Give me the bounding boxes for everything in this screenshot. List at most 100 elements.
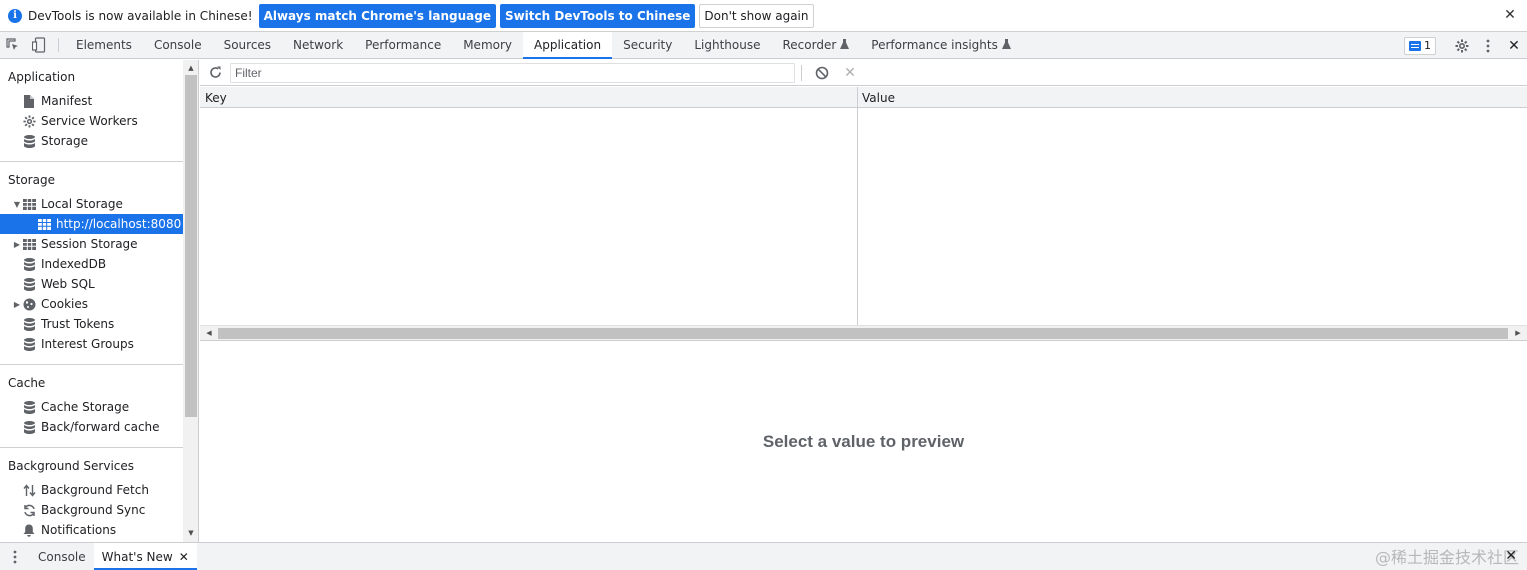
tab-label: Lighthouse xyxy=(694,38,761,52)
close-devtools-icon[interactable]: ✕ xyxy=(1501,32,1527,59)
sidebar-item-background-sync[interactable]: Background Sync xyxy=(0,500,183,520)
tab-application[interactable]: Application xyxy=(523,32,613,59)
database-icon xyxy=(22,337,36,351)
sidebar-item-local-storage[interactable]: ▼ Local Storage xyxy=(0,194,183,214)
application-sidebar: Application Manifest Service Workers Sto… xyxy=(0,60,183,542)
section-title-background-services: Background Services xyxy=(8,459,135,473)
sidebar-item-label: Service Workers xyxy=(41,114,138,128)
experiment-flask-icon xyxy=(840,38,850,52)
sidebar-item-cookies[interactable]: ▶ Cookies xyxy=(0,294,183,314)
drawer-tab-console[interactable]: Console xyxy=(30,543,94,570)
sidebar-item-web-sql[interactable]: Web SQL xyxy=(0,274,183,294)
sidebar-item-service-workers[interactable]: Service Workers xyxy=(0,111,183,131)
more-options-icon[interactable] xyxy=(1475,32,1501,59)
language-infobar: i DevTools is now available in Chinese! … xyxy=(0,0,1527,32)
storage-toolbar: ✕ xyxy=(200,60,1527,86)
tab-memory[interactable]: Memory xyxy=(452,32,523,58)
data-grid-body[interactable] xyxy=(200,108,1527,325)
close-drawer-icon[interactable]: ✕ xyxy=(1505,548,1517,564)
watermark-text: @稀土掘金技术社区 xyxy=(1374,548,1519,567)
data-grid-header: Key Value xyxy=(200,87,1527,108)
drawer-menu-icon[interactable] xyxy=(0,543,30,570)
sidebar-item-manifest[interactable]: Manifest xyxy=(0,91,183,111)
close-icon[interactable]: ✕ xyxy=(1503,7,1517,23)
section-title-application: Application xyxy=(8,70,76,84)
sidebar-divider xyxy=(0,447,183,448)
collapsed-triangle-icon[interactable]: ▶ xyxy=(12,300,22,309)
database-icon xyxy=(22,257,36,271)
database-icon xyxy=(22,317,36,331)
expanded-triangle-icon[interactable]: ▼ xyxy=(12,200,22,209)
sidebar-scrollbar-thumb[interactable] xyxy=(185,75,197,417)
tab-network[interactable]: Network xyxy=(282,32,354,58)
sidebar-item-notifications[interactable]: Notifications xyxy=(0,520,183,540)
scroll-down-arrow-icon[interactable]: ▼ xyxy=(183,527,199,539)
sidebar-item-localhost-8080[interactable]: http://localhost:8080 xyxy=(0,214,183,234)
tab-sources[interactable]: Sources xyxy=(213,32,282,58)
sidebar-item-label: Background Sync xyxy=(41,503,146,517)
tab-label: Security xyxy=(623,38,673,52)
grid-horizontal-scrollbar[interactable]: ◀ ▶ xyxy=(200,325,1527,341)
tab-performance[interactable]: Performance xyxy=(354,32,452,58)
dont-show-again-button[interactable]: Don't show again xyxy=(699,3,814,28)
delete-selected-icon[interactable]: ✕ xyxy=(840,63,860,83)
gear-icon[interactable] xyxy=(1449,32,1475,59)
tab-label: Memory xyxy=(463,38,513,52)
tab-label: Console xyxy=(153,38,202,52)
table-icon xyxy=(22,237,36,251)
sidebar-item-label: IndexedDB xyxy=(41,257,107,271)
device-toolbar-icon[interactable] xyxy=(26,32,52,58)
tab-label: Application xyxy=(534,38,602,52)
sync-icon xyxy=(22,503,36,517)
sidebar-item-label: Manifest xyxy=(41,94,93,108)
main-tab-strip: Elements Console Sources Network Performance… xyxy=(0,32,1527,59)
tab-label: Recorder xyxy=(782,38,837,52)
sidebar-item-label: Cookies xyxy=(41,297,88,311)
database-icon xyxy=(22,420,36,434)
close-tab-icon[interactable]: ✕ xyxy=(179,550,189,564)
database-icon xyxy=(22,277,36,291)
document-icon xyxy=(22,94,36,108)
sidebar-item-indexeddb[interactable]: IndexedDB xyxy=(0,254,183,274)
drawer-tab-strip: Console What's New ✕ xyxy=(0,542,1527,570)
horizontal-scrollbar-thumb[interactable] xyxy=(218,328,1508,339)
switch-to-chinese-button[interactable]: Switch DevTools to Chinese xyxy=(499,3,696,28)
section-title-cache: Cache xyxy=(8,376,46,390)
column-header-key[interactable]: Key xyxy=(200,87,227,108)
scroll-right-arrow-icon[interactable]: ▶ xyxy=(1511,326,1525,340)
up-down-arrows-icon xyxy=(22,483,36,497)
column-header-value[interactable]: Value xyxy=(857,87,895,108)
sidebar-scrollbar[interactable]: ▲ ▼ xyxy=(183,60,199,542)
collapsed-triangle-icon[interactable]: ▶ xyxy=(12,240,22,249)
filter-input[interactable] xyxy=(230,62,795,83)
sidebar-item-storage-overview[interactable]: Storage xyxy=(0,131,183,151)
issues-badge[interactable]: 1 xyxy=(1404,36,1436,55)
issues-count: 1 xyxy=(1424,39,1431,52)
table-icon xyxy=(37,217,51,231)
refresh-icon[interactable] xyxy=(200,66,230,79)
sidebar-item-label: http://localhost:8080 xyxy=(56,217,182,231)
inspect-element-icon[interactable] xyxy=(0,32,26,58)
bell-icon xyxy=(22,523,36,537)
column-divider[interactable] xyxy=(857,87,858,325)
tab-recorder[interactable]: Recorder xyxy=(772,32,861,58)
sidebar-item-cache-storage[interactable]: Cache Storage xyxy=(0,397,183,417)
clear-all-icon[interactable] xyxy=(812,63,832,83)
drawer-tab-whats-new[interactable]: What's New ✕ xyxy=(93,543,197,570)
sidebar-item-session-storage[interactable]: ▶ Session Storage xyxy=(0,234,183,254)
sidebar-item-background-fetch[interactable]: Background Fetch xyxy=(0,480,183,500)
sidebar-item-trust-tokens[interactable]: Trust Tokens xyxy=(0,314,183,334)
scroll-left-arrow-icon[interactable]: ◀ xyxy=(202,326,216,340)
tab-console[interactable]: Console xyxy=(143,32,213,58)
always-match-language-button[interactable]: Always match Chrome's language xyxy=(258,3,496,28)
scroll-up-arrow-icon[interactable]: ▲ xyxy=(183,62,199,74)
sidebar-item-back-forward-cache[interactable]: Back/forward cache xyxy=(0,417,183,437)
sidebar-item-label: Cache Storage xyxy=(41,400,130,414)
tab-performance-insights[interactable]: Performance insights xyxy=(860,32,1022,58)
tab-label: Performance xyxy=(365,38,442,52)
sidebar-item-interest-groups[interactable]: Interest Groups xyxy=(0,334,183,354)
tab-lighthouse[interactable]: Lighthouse xyxy=(683,32,771,58)
tab-elements[interactable]: Elements xyxy=(65,32,143,58)
sidebar-item-label: Background Fetch xyxy=(41,483,149,497)
tab-security[interactable]: Security xyxy=(612,32,683,58)
